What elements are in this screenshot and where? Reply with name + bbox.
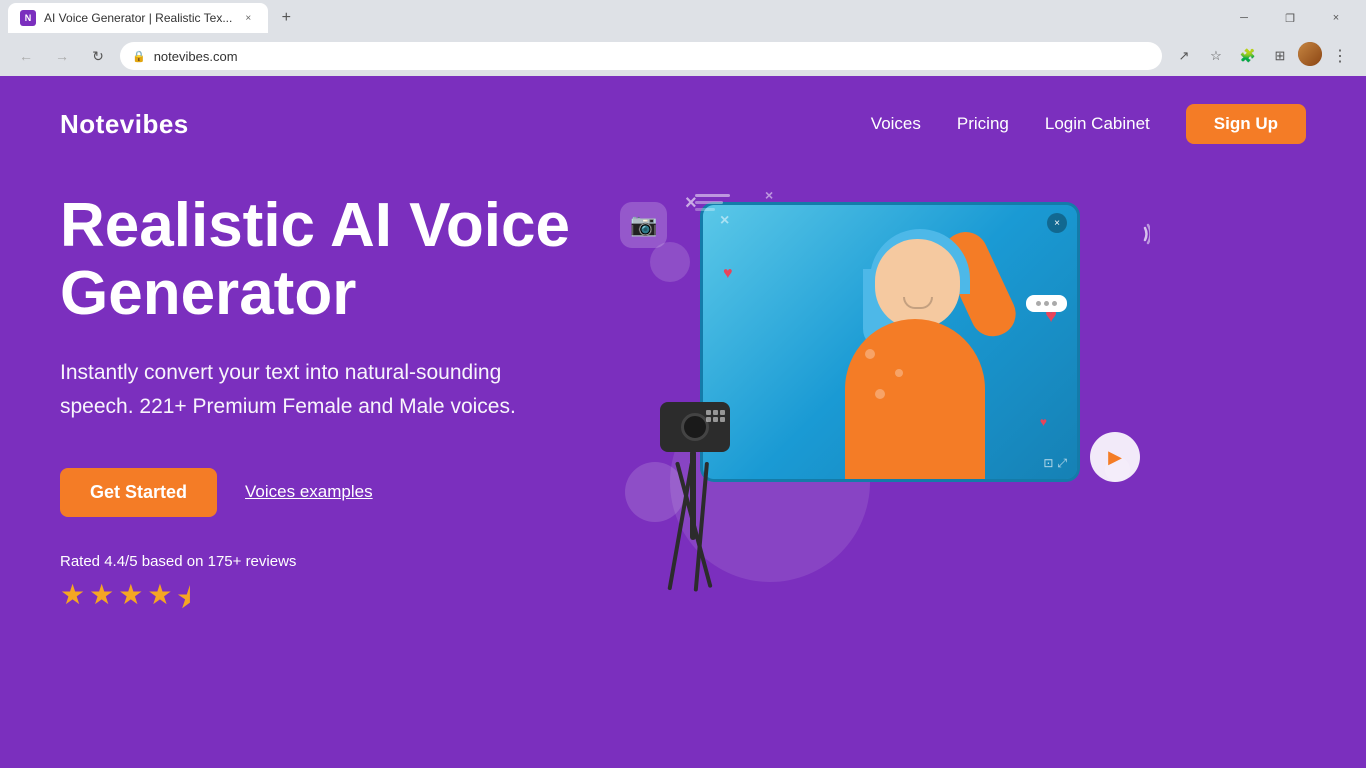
deco-line-3: [695, 208, 715, 211]
shirt-dot-3: [875, 389, 885, 399]
close-button[interactable]: ×: [1314, 0, 1358, 36]
reload-button[interactable]: ↻: [84, 42, 112, 70]
screen-icon-2: ⤢: [1057, 456, 1067, 471]
bookmark-button[interactable]: ☆: [1202, 42, 1230, 70]
bubble-dot-1: [1036, 301, 1041, 306]
person-figure: [830, 219, 1030, 479]
x-mark-2: ×: [720, 212, 729, 230]
shirt-dot-1: [865, 349, 875, 359]
shirt-dot-2: [895, 369, 903, 377]
rating-text: Rated 4.4/5 based on 175+ reviews: [60, 553, 570, 570]
extensions-button[interactable]: 🧩: [1234, 42, 1262, 70]
browser-chrome: N AI Voice Generator | Realistic Tex... …: [0, 0, 1366, 76]
forward-button[interactable]: →: [48, 42, 76, 70]
lock-icon: 🔒: [132, 50, 146, 63]
person-smile: [903, 297, 933, 309]
website-content: Notevibes Voices Pricing Login Cabinet S…: [0, 76, 1366, 768]
sidebar-button[interactable]: ⊞: [1266, 42, 1294, 70]
person-face: [875, 239, 960, 329]
voices-examples-link[interactable]: Voices examples: [245, 482, 373, 502]
share-button[interactable]: ↗: [1170, 42, 1198, 70]
rating-section: Rated 4.4/5 based on 175+ reviews ★ ★ ★ …: [60, 553, 570, 626]
deco-circle-2: [650, 242, 690, 282]
camera-tripod: [650, 392, 770, 592]
back-button[interactable]: ←: [12, 42, 40, 70]
nav-link-pricing[interactable]: Pricing: [957, 114, 1009, 134]
profile-button[interactable]: [1298, 42, 1322, 66]
hero-actions: Get Started Voices examples: [60, 468, 570, 517]
signal-waves-svg: [1120, 222, 1150, 246]
signup-button[interactable]: Sign Up: [1186, 104, 1306, 144]
heart-icon-3: ♥: [1040, 415, 1047, 429]
hero-subtitle: Instantly convert your text into natural…: [60, 356, 560, 423]
star-5: ⯨: [176, 578, 191, 626]
site-logo[interactable]: Notevibes: [60, 109, 189, 140]
star-3: ★: [118, 578, 143, 626]
get-started-button[interactable]: Get Started: [60, 468, 217, 517]
new-tab-button[interactable]: +: [272, 4, 300, 32]
camera-lens: [681, 413, 709, 441]
star-rating: ★ ★ ★ ★ ⯨: [60, 578, 570, 626]
grid-dot: [706, 417, 711, 422]
menu-button[interactable]: ⋮: [1326, 42, 1354, 70]
play-button-float[interactable]: ▶: [1090, 432, 1140, 482]
window-controls: ─ ❐ ×: [1222, 0, 1358, 36]
chat-bubble: [1026, 295, 1067, 312]
grid-dot: [713, 410, 718, 415]
grid-dot: [720, 417, 725, 422]
hero-title: Realistic AI Voice Generator: [60, 192, 570, 328]
x-mark-3: ×: [765, 187, 773, 203]
bubble-dot-2: [1044, 301, 1049, 306]
grid-dot: [720, 410, 725, 415]
camera-icon-float: 📷: [620, 202, 667, 248]
hero-section: Realistic AI Voice Generator Instantly c…: [0, 172, 1366, 626]
grid-dot: [713, 417, 718, 422]
address-bar-row: ← → ↻ 🔒 notevibes.com ↗ ☆ 🧩 ⊞ ⋮: [0, 36, 1366, 76]
navbar: Notevibes Voices Pricing Login Cabinet S…: [0, 76, 1366, 172]
deco-line-2: [695, 201, 723, 204]
hero-illustration: ×: [610, 182, 1306, 622]
screen-controls: ⊡ ⤢: [1043, 456, 1067, 471]
address-text: notevibes.com: [154, 49, 238, 64]
star-2: ★: [89, 578, 114, 626]
tab-title: AI Voice Generator | Realistic Tex...: [44, 11, 232, 25]
nav-link-login[interactable]: Login Cabinet: [1045, 114, 1150, 134]
browser-tab[interactable]: N AI Voice Generator | Realistic Tex... …: [8, 3, 268, 33]
screen-icon-1: ⊡: [1043, 456, 1053, 471]
maximize-button[interactable]: ❐: [1268, 0, 1312, 36]
deco-lines: [695, 194, 730, 211]
profile-avatar: [1298, 42, 1322, 66]
camera-grid: [706, 410, 725, 422]
deco-line-1: [695, 194, 730, 197]
signal-icon: [1120, 222, 1150, 253]
title-bar: N AI Voice Generator | Realistic Tex... …: [0, 0, 1366, 36]
illustration: ×: [610, 182, 1160, 602]
hero-text: Realistic AI Voice Generator Instantly c…: [60, 192, 570, 626]
heart-icon-1: ♥: [723, 265, 733, 283]
nav-links: Voices Pricing Login Cabinet Sign Up: [871, 104, 1306, 144]
tab-favicon: N: [20, 10, 36, 26]
screen-close-icon: ×: [1047, 213, 1067, 233]
tab-close-button[interactable]: ×: [240, 10, 256, 26]
minimize-button[interactable]: ─: [1222, 0, 1266, 36]
toolbar-actions: ↗ ☆ 🧩 ⊞ ⋮: [1170, 42, 1354, 70]
nav-link-voices[interactable]: Voices: [871, 114, 921, 134]
grid-dot: [706, 410, 711, 415]
star-1: ★: [60, 578, 85, 626]
bubble-dot-3: [1052, 301, 1057, 306]
camera-body: [660, 402, 730, 452]
star-4: ★: [147, 578, 172, 626]
address-bar[interactable]: 🔒 notevibes.com: [120, 42, 1162, 70]
person-body: [845, 319, 985, 479]
